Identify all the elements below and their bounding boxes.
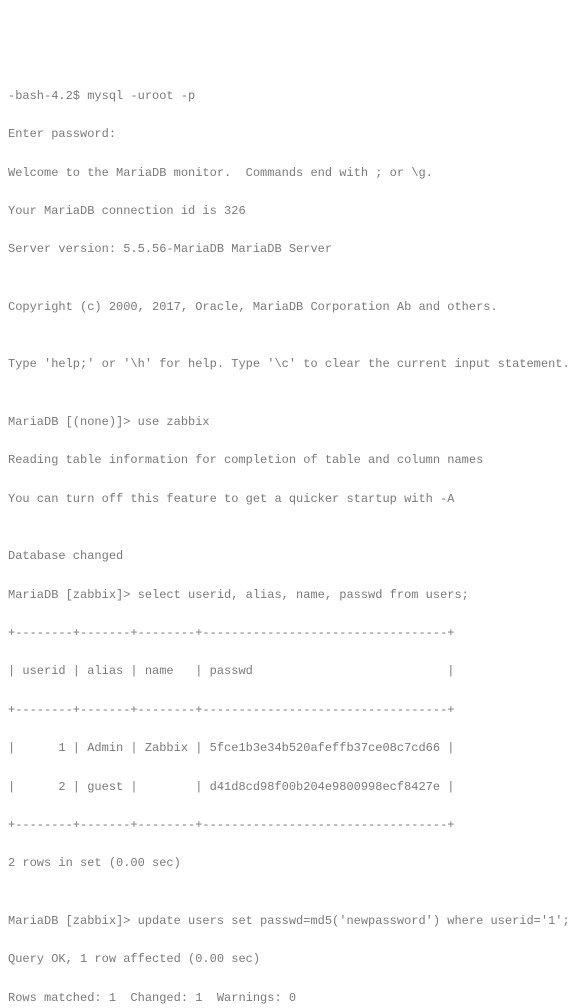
terminal-line: Copyright (c) 2000, 2017, Oracle, MariaD… — [8, 298, 566, 317]
terminal-line: MariaDB [zabbix]> select userid, alias, … — [8, 586, 566, 605]
terminal-line: Reading table information for completion… — [8, 451, 566, 470]
terminal-line: +--------+-------+--------+-------------… — [8, 624, 566, 643]
terminal-line: MariaDB [zabbix]> update users set passw… — [8, 912, 566, 931]
terminal-line: | 2 | guest | | d41d8cd98f00b204e9800998… — [8, 778, 566, 797]
terminal-line: 2 rows in set (0.00 sec) — [8, 854, 566, 873]
terminal-line: Query OK, 1 row affected (0.00 sec) — [8, 950, 566, 969]
terminal-line: | userid | alias | name | passwd | — [8, 662, 566, 681]
terminal-line: MariaDB [(none)]> use zabbix — [8, 413, 566, 432]
terminal-line: | 1 | Admin | Zabbix | 5fce1b3e34b520afe… — [8, 739, 566, 758]
terminal-line: Enter password: — [8, 125, 566, 144]
terminal-line: You can turn off this feature to get a q… — [8, 490, 566, 509]
terminal-line: Welcome to the MariaDB monitor. Commands… — [8, 164, 566, 183]
terminal-line: +--------+-------+--------+-------------… — [8, 701, 566, 720]
terminal-line: Database changed — [8, 547, 566, 566]
terminal-line: Server version: 5.5.56-MariaDB MariaDB S… — [8, 240, 566, 259]
terminal-line: Type 'help;' or '\h' for help. Type '\c'… — [8, 355, 566, 374]
terminal-line: -bash-4.2$ mysql -uroot -p — [8, 87, 566, 106]
terminal-line: Your MariaDB connection id is 326 — [8, 202, 566, 221]
terminal-line: +--------+-------+--------+-------------… — [8, 816, 566, 835]
terminal-line: Rows matched: 1 Changed: 1 Warnings: 0 — [8, 989, 566, 1008]
